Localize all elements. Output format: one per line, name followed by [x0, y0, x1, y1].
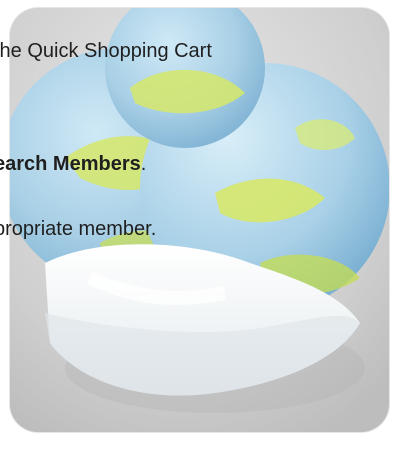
image-panel — [10, 8, 389, 432]
screenshot-page: the Quick Shopping Cart earch Members. p… — [0, 0, 399, 450]
network-globe-illustration-icon — [10, 8, 389, 432]
